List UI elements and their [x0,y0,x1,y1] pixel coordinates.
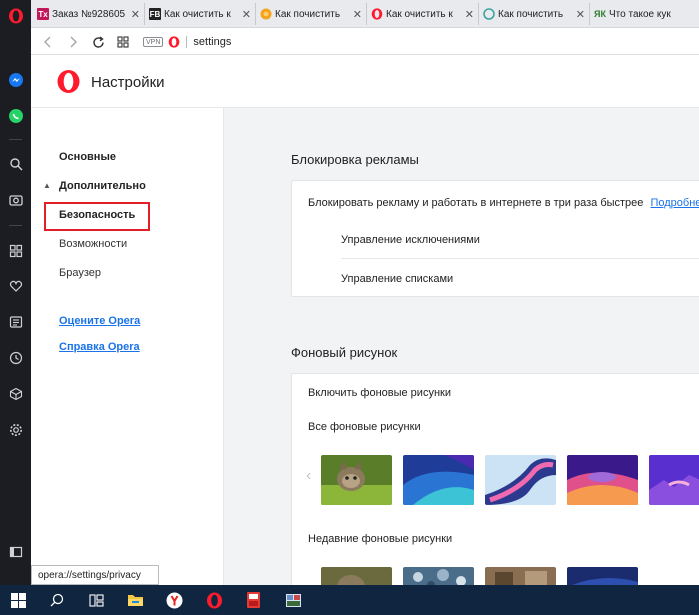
extensions-icon[interactable] [5,383,26,404]
tab-clean-cookies-teal[interactable]: Как почистить ✕ [479,3,590,25]
all-wallpapers-label: Все фоновые рисунки [308,421,421,433]
yak-icon: ЯК [594,9,606,19]
tab-title: Как очистить к [164,8,231,20]
tm-app-icon[interactable] [243,590,263,610]
rate-opera-link[interactable]: Оцените Opera [59,315,140,327]
collapse-arrow-icon[interactable]: ▲ [43,181,51,190]
task-view-icon[interactable] [86,590,106,610]
enable-wallpapers[interactable]: Включить фоновые рисунки [308,387,451,399]
tab-title: Как очистить к [386,8,453,20]
tab-title: Как почистить [498,8,564,20]
windows-taskbar [0,585,699,615]
nav-basic[interactable]: Основные [59,151,116,163]
close-icon[interactable]: ✕ [242,8,251,21]
sidebar-divider [9,139,22,140]
opera-sidebar [0,0,31,585]
history-icon[interactable] [5,347,26,368]
orange-circle-icon [260,8,272,20]
url-text: settings [193,35,232,48]
tab-clean-cookies-orange[interactable]: Как почистить ✕ [256,3,367,25]
image-app-icon[interactable] [283,590,303,610]
settings-gear-icon[interactable] [5,419,26,440]
url-field[interactable]: VPN settings [143,31,699,52]
nav-advanced[interactable]: Дополнительно [59,180,146,192]
tx-icon: Tx [37,8,49,20]
tab-order[interactable]: Tx Заказ №928605 ✕ [33,3,145,25]
close-icon[interactable]: ✕ [353,8,362,21]
manage-exceptions[interactable]: Управление исключениями [341,234,480,246]
address-bar: VPN settings [31,28,699,55]
forward-icon[interactable] [64,33,82,51]
adblock-card: Блокировать рекламу и работать в интерне… [291,180,699,297]
camera-icon[interactable] [5,189,26,210]
speed-dial-icon[interactable] [5,240,26,261]
tab-bar: Tx Заказ №928605 ✕ FB Как очистить к ✕ К… [31,0,699,28]
recent-wallpapers-label: Недавние фоновые рисунки [308,533,453,545]
tab-what-are-cookies[interactable]: ЯК Что такое кук [590,3,699,25]
adblock-description-text: Блокировать рекламу и работать в интерне… [308,197,644,209]
page-title: Настройки [91,74,165,91]
sidebar-toggle-icon[interactable] [5,541,26,562]
fb-icon: FB [149,8,161,20]
recent-wallpaper-kitten[interactable] [321,567,392,585]
tab-title: Как почистить [275,8,341,20]
back-icon[interactable] [39,33,57,51]
more-link[interactable]: Подробнее... [650,197,699,209]
sidebar-divider [9,225,22,226]
wallpaper-purple-gradient[interactable] [567,455,638,505]
wallpaper-kitten[interactable] [321,455,392,505]
recent-wallpaper-spotted[interactable] [403,567,474,585]
opera-icon [371,8,383,20]
file-explorer-icon[interactable] [125,590,145,610]
adblock-section-title: Блокировка рекламы [291,152,419,167]
recent-wallpaper-tan[interactable] [485,567,556,585]
tabs-grid-icon[interactable] [114,33,132,51]
tab-title: Заказ №928605 [52,8,126,20]
close-icon[interactable]: ✕ [131,8,140,21]
teal-circle-icon [483,8,495,20]
reload-icon[interactable] [89,33,107,51]
whatsapp-icon[interactable] [5,105,26,126]
wallpaper-section-title: Фоновый рисунок [291,345,398,360]
manage-lists[interactable]: Управление списками [341,273,453,285]
tab-clean-cookies-fb[interactable]: FB Как очистить к ✕ [145,3,256,25]
opera-taskbar-icon[interactable] [204,590,224,610]
settings-header: Настройки [31,55,699,108]
close-icon[interactable]: ✕ [465,8,474,21]
settings-main: Блокировка рекламы Блокировать рекламу и… [224,108,699,585]
tab-clean-cookies-opera[interactable]: Как очистить к ✕ [367,3,479,25]
wallpaper-card: Включить фоновые рисунки Все фоновые рис… [291,373,699,585]
opera-logo-icon [56,69,81,97]
nav-features[interactable]: Возможности [59,238,127,250]
nav-browser[interactable]: Браузер [59,267,101,279]
highlight-box [44,202,150,231]
url-separator [186,35,188,48]
recent-wallpaper-navy[interactable] [567,567,638,585]
close-icon[interactable]: ✕ [576,8,585,21]
chevron-left-icon[interactable]: ‹ [306,467,311,485]
search-icon[interactable] [5,153,26,174]
heart-icon[interactable] [5,275,26,296]
search-icon[interactable] [47,590,67,610]
windows-start-icon[interactable] [8,590,28,610]
card-divider [341,258,699,259]
tab-title: Что такое кук [609,8,671,20]
wallpaper-pink-swirl[interactable] [485,455,556,505]
adblock-description: Блокировать рекламу и работать в интерне… [308,197,699,209]
settings-nav: Основные ▲ Дополнительно Безопасность Во… [31,108,224,585]
wallpaper-violet-landscape[interactable] [649,455,699,505]
opera-url-icon [168,35,180,48]
help-opera-link[interactable]: Справка Opera [59,341,140,353]
status-url-tooltip: opera://settings/privacy [31,565,159,585]
yandex-browser-icon[interactable] [164,590,184,610]
news-icon[interactable] [5,311,26,332]
opera-menu-icon[interactable] [5,5,26,26]
vpn-badge[interactable]: VPN [143,36,164,47]
messenger-icon[interactable] [5,69,26,90]
wallpaper-blue-waves[interactable] [403,455,474,505]
